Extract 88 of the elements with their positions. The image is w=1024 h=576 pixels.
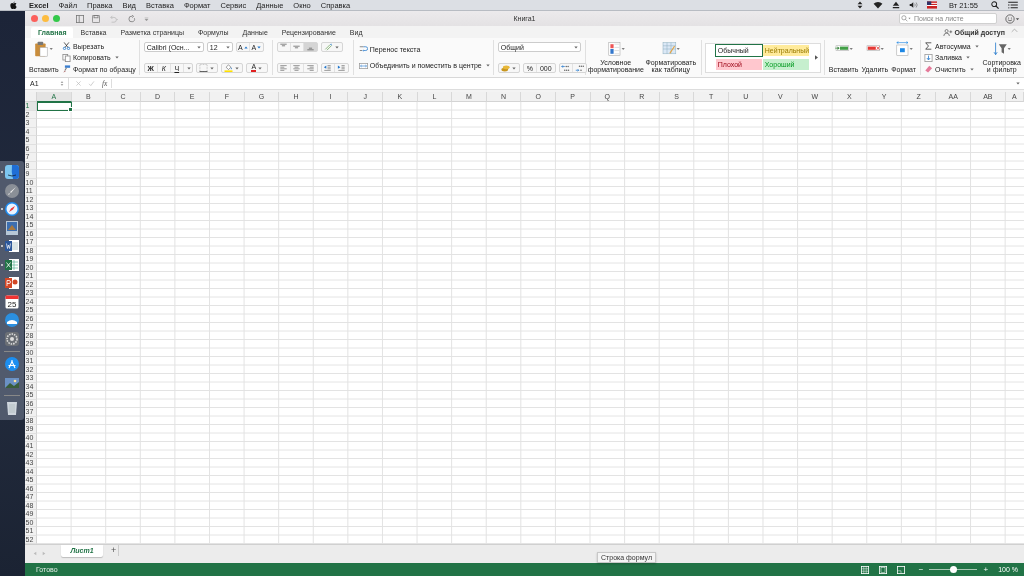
search-icon[interactable] (990, 1, 1000, 9)
wrap-text-icon (358, 45, 368, 54)
document-icon[interactable] (4, 238, 20, 255)
sidebar-icon[interactable] (76, 14, 84, 23)
align-center-icon (292, 64, 302, 72)
person-add-icon (942, 29, 953, 36)
brush-icon (62, 65, 71, 73)
align-left-icon (279, 64, 289, 72)
spreadsheet-icon[interactable] (4, 256, 20, 273)
decrease-indent-button[interactable] (321, 64, 335, 72)
vertical-align-button[interactable] (277, 43, 291, 51)
list-icon[interactable] (1008, 1, 1018, 9)
calendar-day: 25 (7, 299, 17, 309)
normal-view-icon[interactable] (860, 565, 869, 574)
caret-icon (512, 66, 517, 70)
rocket-icon[interactable] (4, 182, 20, 199)
presentation-icon[interactable] (4, 275, 20, 292)
highlighted-grid-icon (605, 41, 626, 57)
compass-icon[interactable] (4, 201, 20, 218)
save-icon[interactable] (92, 14, 100, 23)
wifi-icon[interactable] (872, 1, 883, 9)
volume-icon[interactable] (908, 1, 919, 9)
copy-icon (62, 53, 71, 62)
align-left-button[interactable] (277, 64, 291, 72)
close-button[interactable] (31, 15, 38, 22)
check-icon[interactable] (88, 80, 95, 87)
zoom-button[interactable] (53, 15, 60, 22)
sort-filter-icon (991, 41, 1012, 57)
add-sheet-button[interactable]: + (109, 545, 120, 556)
caret-icon (225, 45, 230, 49)
increase-decimal-button[interactable] (559, 64, 573, 72)
trash-icon[interactable] (4, 400, 20, 417)
zoom-out-button[interactable]: − (918, 565, 924, 574)
down-triangle-icon (257, 45, 262, 49)
merge-cells-icon (358, 61, 368, 70)
clipboard-icon (33, 41, 54, 57)
gallery-arrow-icon[interactable] (814, 55, 818, 60)
caret-icon (258, 66, 263, 70)
sigma-icon (924, 42, 934, 50)
increase-decimal-icon (561, 64, 571, 72)
page-break-icon[interactable] (896, 565, 905, 574)
expand-caret-icon[interactable] (1016, 82, 1020, 85)
resize-grid-icon (893, 41, 914, 57)
app-store-icon[interactable] (4, 356, 20, 373)
caret-icon (186, 66, 191, 70)
align-center-button[interactable] (290, 64, 304, 72)
settings-icon[interactable] (4, 330, 20, 347)
flag-icon[interactable] (926, 1, 937, 9)
eraser-icon (924, 65, 934, 73)
scissors-icon (62, 42, 71, 50)
caret-icon (573, 45, 578, 49)
finder-face-icon[interactable] (4, 164, 20, 181)
apple-icon[interactable] (10, 0, 17, 10)
customize-caret-icon[interactable] (144, 14, 149, 23)
selected-cell[interactable] (37, 102, 72, 111)
caret-icon (966, 56, 970, 59)
cell-grid[interactable] (37, 102, 1024, 544)
decrease-decimal-icon (574, 64, 584, 72)
caret-icon (235, 66, 240, 70)
vertical-align-button[interactable] (290, 43, 304, 51)
caret-icon (974, 44, 979, 48)
disk-icon[interactable] (4, 312, 20, 329)
vertical-align-button[interactable] (303, 43, 317, 51)
table-brush-icon (660, 41, 681, 57)
fill-down-icon (924, 53, 934, 62)
photo-viewer-icon[interactable] (4, 219, 20, 236)
eject-icon[interactable] (890, 1, 901, 9)
caret-icon (969, 67, 974, 71)
borders-icon (199, 64, 209, 72)
slanted-text-icon (324, 43, 334, 51)
caret-icon (210, 66, 215, 70)
align-middle-icon (292, 43, 302, 51)
align-right-icon (305, 64, 315, 72)
decrease-indent-icon (323, 64, 333, 72)
page-layout-icon[interactable] (878, 565, 887, 574)
caret-icon (196, 45, 201, 49)
up-triangle-icon (243, 45, 248, 49)
zoom-in-button[interactable]: + (983, 565, 989, 574)
caret-icon (485, 64, 490, 68)
slider-thumb[interactable] (949, 566, 957, 573)
increase-indent-icon (336, 64, 346, 72)
search-icon (901, 15, 911, 22)
caret-icon (114, 56, 119, 59)
redo-icon[interactable] (128, 14, 136, 23)
smiley-icon[interactable] (1005, 13, 1020, 24)
coins-icon (501, 64, 511, 72)
calendar-icon[interactable]: 25 (4, 293, 20, 310)
caret-icon (335, 45, 340, 49)
